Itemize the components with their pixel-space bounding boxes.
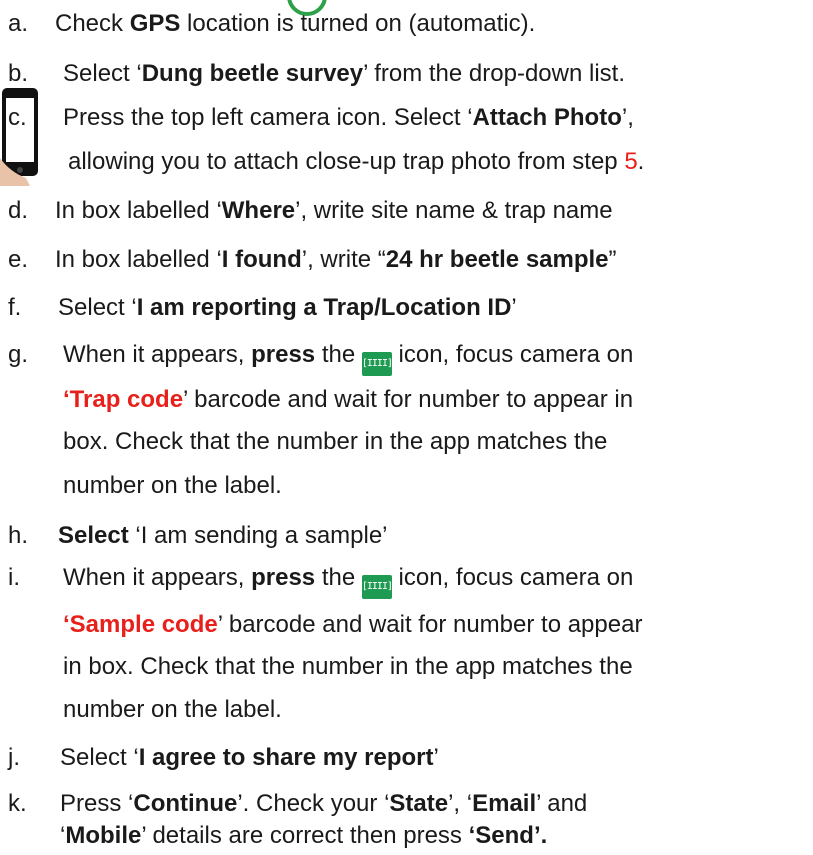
step-emphasis: I found bbox=[221, 246, 302, 273]
step-e: e. In box labelled ‘I found’, write “24 … bbox=[8, 245, 617, 275]
step-marker: j. bbox=[8, 744, 20, 771]
step-text: In box labelled ‘ bbox=[55, 197, 222, 224]
step-marker: k. bbox=[8, 790, 27, 817]
step-marker: e. bbox=[8, 246, 29, 273]
step-c-line-2: allowing you to attach close-up trap pho… bbox=[68, 147, 644, 177]
step-d: d. In box labelled ‘Where’, write site n… bbox=[8, 196, 613, 226]
step-g: g. When it appears, press the [IIII] ico… bbox=[8, 340, 633, 376]
step-emphasis: Attach Photo bbox=[472, 104, 622, 131]
step-i-line-2: ‘Sample code’ barcode and wait for numbe… bbox=[63, 610, 642, 640]
step-emphasis: I am reporting a Trap/Location ID bbox=[136, 294, 512, 321]
step-emphasis: press bbox=[251, 564, 316, 591]
step-text: ’ barcode and wait for number to appear bbox=[217, 611, 643, 638]
step-emphasis: press bbox=[251, 341, 316, 368]
step-g-line-2: ‘Trap code’ barcode and wait for number … bbox=[63, 385, 633, 415]
step-k: k. Press ‘Continue’. Check your ‘State’,… bbox=[8, 789, 587, 819]
step-text: Check bbox=[55, 10, 130, 37]
step-text: ” bbox=[608, 246, 617, 273]
step-marker: f. bbox=[8, 294, 22, 321]
step-f: f. Select ‘I am reporting a Trap/Locatio… bbox=[8, 293, 517, 323]
step-number-link: 5 bbox=[624, 148, 638, 175]
step-text: ’. Check your ‘ bbox=[237, 790, 390, 817]
step-i: i. When it appears, press the [IIII] ico… bbox=[8, 563, 633, 599]
step-emphasis: State bbox=[389, 790, 449, 817]
step-text: ’ barcode and wait for number to appear … bbox=[183, 386, 634, 413]
step-text: ’ bbox=[433, 744, 439, 771]
step-text: ’ bbox=[511, 294, 517, 321]
step-text: Select ‘ bbox=[58, 294, 137, 321]
step-text: the bbox=[315, 564, 362, 591]
barcode-icon: [IIII] bbox=[361, 575, 393, 599]
step-marker: i. bbox=[8, 564, 20, 591]
step-emphasis: Dung beetle survey bbox=[141, 60, 364, 87]
step-text: ’, write “ bbox=[301, 246, 386, 273]
instruction-page: a. Check GPS location is turned on (auto… bbox=[0, 0, 813, 855]
step-text: In box labelled ‘ bbox=[55, 246, 222, 273]
step-h: h. Select ‘I am sending a sample’ bbox=[8, 521, 388, 551]
trap-code-label: ‘Trap code bbox=[63, 386, 184, 413]
step-i-line-3: in box. Check that the number in the app… bbox=[63, 653, 633, 680]
step-a: a. Check GPS location is turned on (auto… bbox=[8, 9, 535, 39]
step-emphasis: 24 hr beetle sample bbox=[385, 246, 609, 273]
step-b: b. Select ‘Dung beetle survey’ from the … bbox=[8, 59, 625, 89]
step-text: Press the top left camera icon. Select ‘ bbox=[63, 104, 473, 131]
step-marker: g. bbox=[8, 341, 29, 368]
step-emphasis: Email bbox=[472, 790, 537, 817]
step-marker: b. bbox=[8, 60, 29, 87]
sample-code-label: ‘Sample code bbox=[63, 611, 218, 638]
step-text: ’ details are correct then press bbox=[141, 822, 469, 849]
step-text: ’, ‘ bbox=[448, 790, 473, 817]
step-text: icon, focus camera on bbox=[398, 341, 634, 368]
step-emphasis: Where bbox=[221, 197, 296, 224]
step-j: j. Select ‘I agree to share my report’ bbox=[8, 743, 439, 773]
step-i-line-4: number on the label. bbox=[63, 696, 282, 723]
barcode-icon: [IIII] bbox=[361, 352, 393, 376]
step-g-line-4: number on the label. bbox=[63, 472, 282, 499]
step-emphasis: ‘Send’. bbox=[468, 822, 548, 849]
step-g-line-3: box. Check that the number in the app ma… bbox=[63, 428, 608, 455]
step-text: icon, focus camera on bbox=[398, 564, 634, 591]
step-text: Select ‘ bbox=[63, 60, 142, 87]
step-text: ’, bbox=[621, 104, 634, 131]
step-text: Select ‘ bbox=[60, 744, 139, 771]
step-k-line-2: ‘Mobile’ details are correct then press … bbox=[60, 821, 547, 851]
step-marker: a. bbox=[8, 10, 29, 37]
step-marker: d. bbox=[8, 197, 29, 224]
step-text: ’ and bbox=[536, 790, 588, 817]
step-text: When it appears, bbox=[63, 341, 252, 368]
step-marker: h. bbox=[8, 522, 29, 549]
step-c: c. Press the top left camera icon. Selec… bbox=[8, 103, 634, 133]
step-text: allowing you to attach close-up trap pho… bbox=[68, 148, 625, 175]
step-emphasis: Continue bbox=[133, 790, 238, 817]
step-text: ‘I am sending a sample’ bbox=[128, 522, 388, 549]
step-marker: c. bbox=[8, 104, 27, 131]
step-emphasis: Select bbox=[58, 522, 129, 549]
step-text: Press ‘ bbox=[60, 790, 134, 817]
step-emphasis: GPS bbox=[129, 10, 181, 37]
step-text: When it appears, bbox=[63, 564, 252, 591]
step-text: ’, write site name & trap name bbox=[295, 197, 613, 224]
step-text: ’ from the drop-down list. bbox=[363, 60, 625, 87]
step-text: the bbox=[315, 341, 362, 368]
step-emphasis: Mobile bbox=[65, 822, 142, 849]
step-text: location is turned on (automatic). bbox=[180, 10, 536, 37]
step-emphasis: I agree to share my report bbox=[138, 744, 434, 771]
step-text: . bbox=[637, 148, 645, 175]
